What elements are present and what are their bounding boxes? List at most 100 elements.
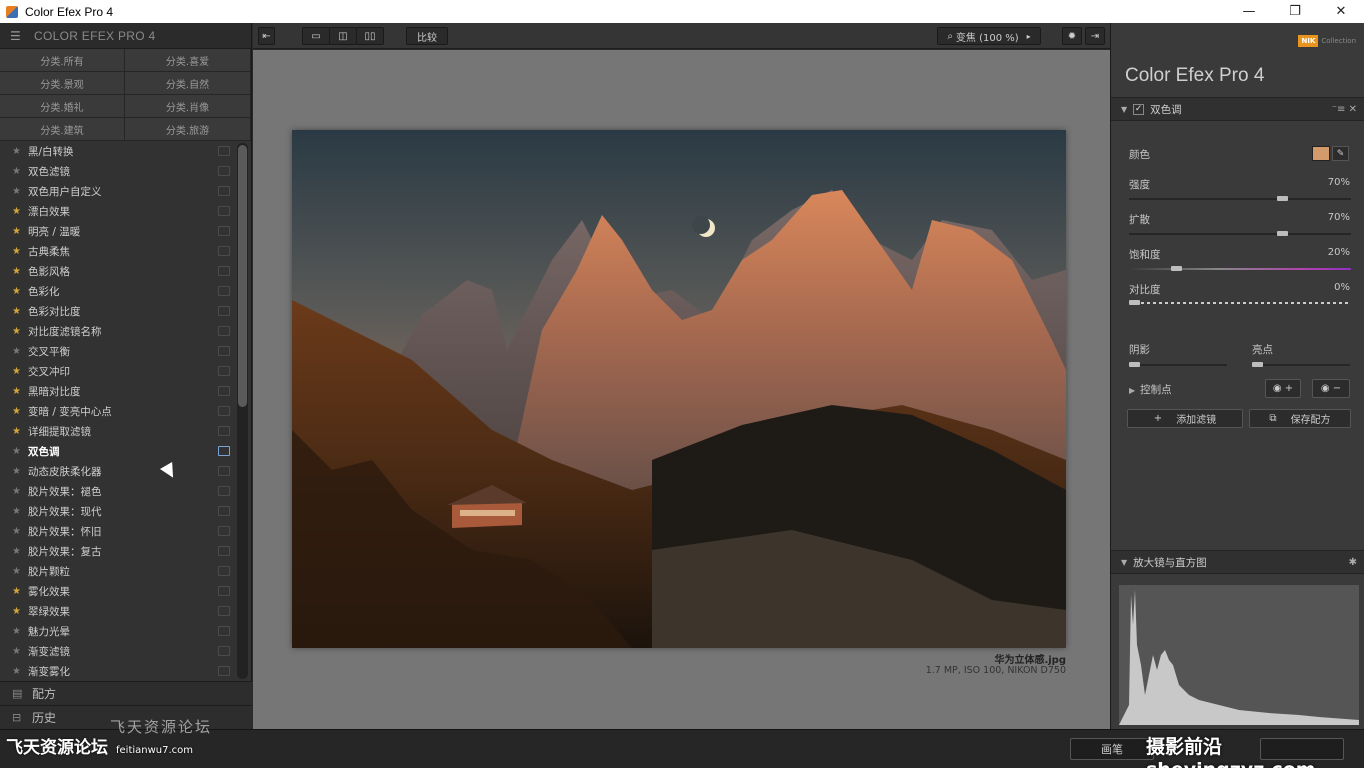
loupe-collapse-icon[interactable]: ▼ bbox=[1121, 558, 1127, 567]
favorite-star-icon[interactable]: ★ bbox=[12, 586, 28, 597]
add-to-stack-icon[interactable] bbox=[218, 306, 230, 316]
add-to-stack-icon[interactable] bbox=[218, 626, 230, 636]
filter-item[interactable]: ★ 胶片颗粒 bbox=[0, 561, 236, 581]
filter-list-scrollbar[interactable] bbox=[237, 143, 248, 679]
filter-item[interactable]: ★ 渐变滤镜 bbox=[0, 641, 236, 661]
add-to-stack-icon[interactable] bbox=[218, 186, 230, 196]
diffusion-slider[interactable] bbox=[1129, 231, 1351, 236]
filter-item[interactable]: ★ 胶片效果：复古 bbox=[0, 541, 236, 561]
loupe-histogram-header[interactable]: ▼ 放大镜与直方图 ✱ bbox=[1111, 550, 1364, 574]
remove-control-point-button[interactable]: ◉ − bbox=[1312, 379, 1350, 398]
filter-item[interactable]: ★ 色彩化 bbox=[0, 281, 236, 301]
add-to-stack-icon[interactable] bbox=[218, 246, 230, 256]
favorite-star-icon[interactable]: ★ bbox=[12, 566, 28, 577]
pin-icon[interactable]: ✱ bbox=[1349, 557, 1357, 568]
split-view-button[interactable]: ◫ bbox=[329, 27, 357, 45]
filter-item[interactable]: ★ 古典柔焦 bbox=[0, 241, 236, 261]
category-architecture-button[interactable]: 分类.建筑 bbox=[0, 118, 125, 141]
background-color-button[interactable]: ✹ bbox=[1062, 27, 1082, 45]
category-nature-button[interactable]: 分类.自然 bbox=[125, 72, 251, 95]
add-to-stack-icon[interactable] bbox=[218, 666, 230, 676]
category-wedding-button[interactable]: 分类.婚礼 bbox=[0, 95, 125, 118]
strength-slider-knob[interactable] bbox=[1277, 196, 1288, 201]
favorite-star-icon[interactable]: ★ bbox=[12, 546, 28, 557]
filter-item[interactable]: ★ 胶片效果：褪色 bbox=[0, 481, 236, 501]
add-to-stack-icon[interactable] bbox=[218, 366, 230, 376]
favorite-star-icon[interactable]: ★ bbox=[12, 626, 28, 637]
filter-item[interactable]: ★ 雾化效果 bbox=[0, 581, 236, 601]
add-to-stack-icon[interactable] bbox=[218, 146, 230, 156]
favorite-star-icon[interactable]: ★ bbox=[12, 146, 28, 157]
favorite-star-icon[interactable]: ★ bbox=[12, 486, 28, 497]
favorite-star-icon[interactable]: ★ bbox=[12, 186, 28, 197]
favorite-star-icon[interactable]: ★ bbox=[12, 406, 28, 417]
highlights-slider-knob[interactable] bbox=[1252, 362, 1263, 367]
category-all-button[interactable]: 分类.所有 bbox=[0, 49, 125, 72]
favorite-star-icon[interactable]: ★ bbox=[12, 446, 28, 457]
favorite-star-icon[interactable]: ★ bbox=[12, 666, 28, 677]
compare-button[interactable]: 比较 bbox=[406, 27, 448, 45]
category-travel-button[interactable]: 分类.旅游 bbox=[125, 118, 251, 141]
saturation-slider[interactable] bbox=[1129, 266, 1351, 271]
color-swatch[interactable] bbox=[1312, 146, 1330, 161]
favorite-star-icon[interactable]: ★ bbox=[12, 206, 28, 217]
add-to-stack-icon[interactable] bbox=[218, 226, 230, 236]
add-filter-button[interactable]: + 添加滤镜 bbox=[1127, 409, 1243, 428]
add-to-stack-icon[interactable] bbox=[218, 326, 230, 336]
favorite-star-icon[interactable]: ★ bbox=[12, 306, 28, 317]
add-to-stack-icon[interactable] bbox=[218, 386, 230, 396]
preview-image[interactable] bbox=[292, 130, 1066, 648]
collapse-triangle-icon[interactable]: ▼ bbox=[1121, 105, 1127, 114]
add-to-stack-icon[interactable] bbox=[218, 286, 230, 296]
add-to-stack-icon[interactable] bbox=[218, 466, 230, 476]
hide-left-panel-button[interactable]: ⇤ bbox=[258, 27, 275, 45]
contrast-slider[interactable] bbox=[1129, 300, 1351, 305]
favorite-star-icon[interactable]: ★ bbox=[12, 326, 28, 337]
zoom-dropdown[interactable]: ⌕ 变焦 (100 %) ▸ bbox=[937, 27, 1041, 45]
filter-item[interactable]: ★ 色影风格 bbox=[0, 261, 236, 281]
favorite-star-icon[interactable]: ★ bbox=[12, 246, 28, 257]
strength-slider[interactable] bbox=[1129, 196, 1351, 201]
minimize-button[interactable]: — bbox=[1226, 0, 1272, 23]
add-to-stack-icon[interactable] bbox=[218, 406, 230, 416]
diffusion-slider-knob[interactable] bbox=[1277, 231, 1288, 236]
filter-item[interactable]: ★ 动态皮肤柔化器 bbox=[0, 461, 236, 481]
filter-item[interactable]: ★ 双色滤镜 bbox=[0, 161, 236, 181]
add-to-stack-icon[interactable] bbox=[218, 566, 230, 576]
filter-item[interactable]: ★ 双色调 bbox=[0, 441, 236, 461]
add-to-stack-icon[interactable] bbox=[218, 346, 230, 356]
add-to-stack-icon[interactable] bbox=[218, 586, 230, 596]
filter-enabled-checkbox[interactable]: ✓ bbox=[1133, 103, 1145, 115]
filter-item[interactable]: ★ 双色用户自定义 bbox=[0, 181, 236, 201]
contrast-slider-knob[interactable] bbox=[1129, 300, 1140, 305]
maximize-button[interactable]: ❐ bbox=[1272, 0, 1318, 23]
favorite-star-icon[interactable]: ★ bbox=[12, 366, 28, 377]
shadows-slider[interactable] bbox=[1129, 362, 1227, 367]
category-favorites-button[interactable]: 分类.喜爱 bbox=[125, 49, 251, 72]
recipes-section[interactable]: ▤ 配方 bbox=[0, 681, 252, 705]
side-by-side-view-button[interactable]: ▯▯ bbox=[356, 27, 384, 45]
filter-item[interactable]: ★ 交叉平衡 bbox=[0, 341, 236, 361]
saturation-slider-knob[interactable] bbox=[1171, 266, 1182, 271]
filter-item[interactable]: ★ 详细提取滤镜 bbox=[0, 421, 236, 441]
favorite-star-icon[interactable]: ★ bbox=[12, 526, 28, 537]
highlights-slider[interactable] bbox=[1252, 362, 1350, 367]
filter-item[interactable]: ★ 明亮 / 温暖 bbox=[0, 221, 236, 241]
filter-item[interactable]: ★ 渐变雾化 bbox=[0, 661, 236, 681]
favorite-star-icon[interactable]: ★ bbox=[12, 286, 28, 297]
add-to-stack-icon[interactable] bbox=[218, 426, 230, 436]
add-control-point-button[interactable]: ◉ + bbox=[1265, 379, 1301, 398]
filter-item[interactable]: ★ 交叉冲印 bbox=[0, 361, 236, 381]
shadows-slider-knob[interactable] bbox=[1129, 362, 1140, 367]
filter-item[interactable]: ★ 变暗 / 变亮中心点 bbox=[0, 401, 236, 421]
favorite-star-icon[interactable]: ★ bbox=[12, 466, 28, 477]
add-to-stack-icon[interactable] bbox=[218, 446, 230, 456]
control-points-label[interactable]: ▶ 控制点 bbox=[1129, 382, 1172, 397]
filter-item[interactable]: ★ 魅力光晕 bbox=[0, 621, 236, 641]
brush-button[interactable]: 画笔 bbox=[1070, 738, 1154, 760]
add-to-stack-icon[interactable] bbox=[218, 266, 230, 276]
favorite-star-icon[interactable]: ★ bbox=[12, 646, 28, 657]
scrollbar-thumb[interactable] bbox=[238, 145, 247, 407]
add-to-stack-icon[interactable] bbox=[218, 166, 230, 176]
filter-item[interactable]: ★ 黑暗对比度 bbox=[0, 381, 236, 401]
